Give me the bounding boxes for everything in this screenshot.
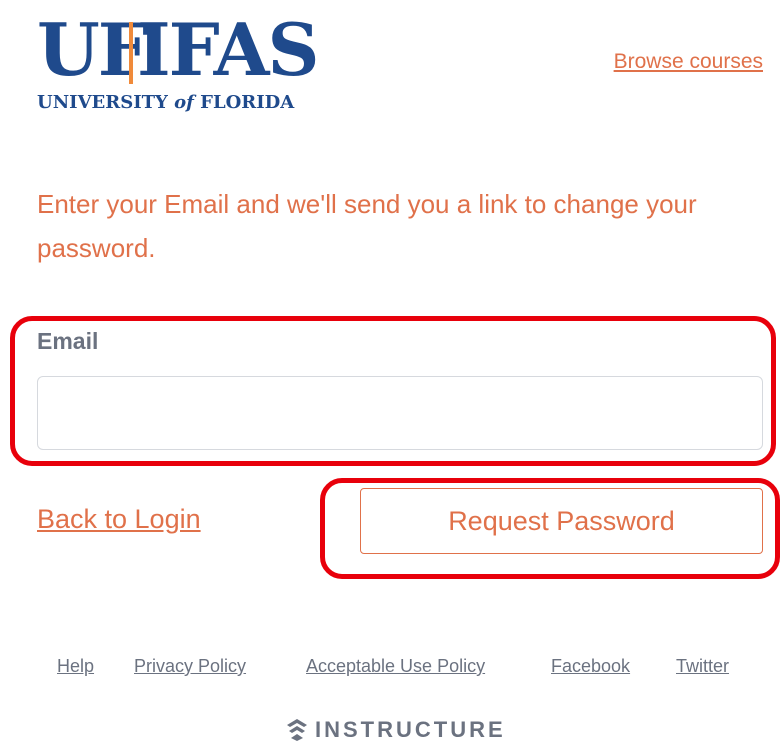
logo-ifas-text: IFAS bbox=[137, 7, 319, 92]
email-input[interactable] bbox=[37, 376, 763, 450]
logo-divider bbox=[129, 22, 133, 84]
footer-privacy-policy-link[interactable]: Privacy Policy bbox=[134, 656, 246, 677]
footer-twitter-link[interactable]: Twitter bbox=[676, 656, 729, 677]
email-label: Email bbox=[37, 328, 99, 354]
uf-ifas-logo: UF IFAS UNIVERSITY of FLORIDA bbox=[37, 10, 367, 122]
logo-university-text: UNIVERSITY of FLORIDA bbox=[37, 92, 295, 113]
instructure-wordmark: INSTRUCTURE bbox=[315, 717, 506, 742]
footer-acceptable-use-link[interactable]: Acceptable Use Policy bbox=[306, 656, 485, 677]
forgot-password-page: UF IFAS UNIVERSITY of FLORIDA Browse cou… bbox=[0, 0, 781, 749]
instructure-icon bbox=[287, 719, 307, 741]
instructure-logo: INSTRUCTURE bbox=[287, 716, 506, 744]
request-password-button[interactable]: Request Password bbox=[360, 488, 763, 554]
footer-links: Help Privacy Policy Acceptable Use Polic… bbox=[0, 656, 781, 682]
browse-courses-link[interactable]: Browse courses bbox=[614, 50, 763, 74]
footer-help-link[interactable]: Help bbox=[57, 656, 94, 677]
back-to-login-link[interactable]: Back to Login bbox=[37, 504, 201, 535]
footer-facebook-link[interactable]: Facebook bbox=[551, 656, 630, 677]
instructions-text: Enter your Email and we'll send you a li… bbox=[37, 189, 697, 263]
